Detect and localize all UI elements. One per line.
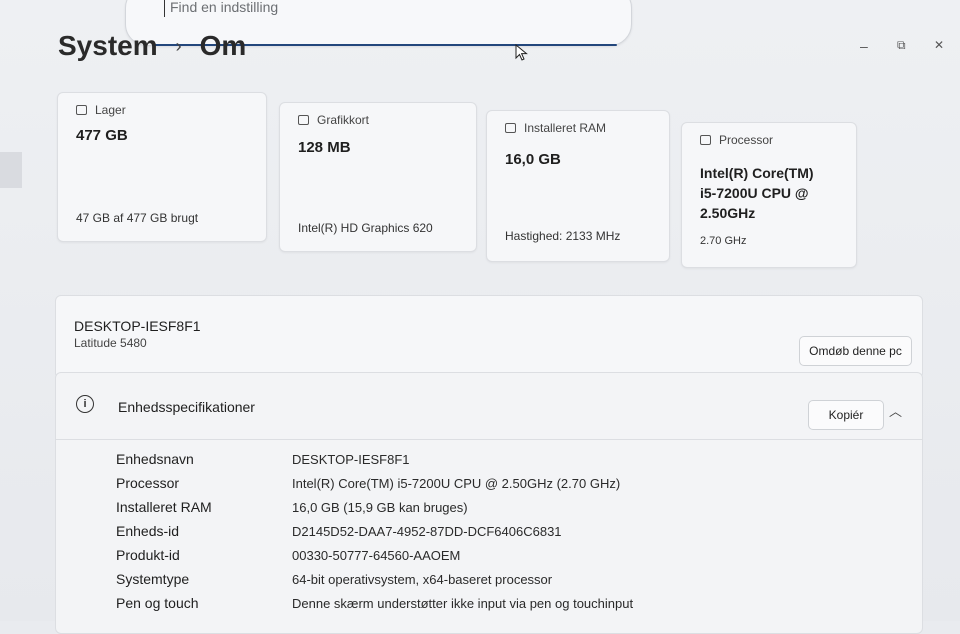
storage-card[interactable]: Lager 477 GB 47 GB af 477 GB brugt: [57, 92, 267, 242]
search-placeholder: Find en indstilling: [170, 0, 279, 15]
breadcrumb-separator: ›: [175, 35, 182, 56]
spec-row-product-id: Produkt-id 00330-50777-64560-AAOEM: [116, 543, 876, 567]
spec-key: Processor: [116, 475, 180, 491]
spec-row-system-type: Systemtype 64-bit operativsystem, x64-ba…: [116, 567, 876, 591]
processor-title: Processor: [719, 133, 774, 147]
processor-value: Intel(R) Core(TM) i5-7200U CPU @ 2.50GHz: [700, 165, 814, 221]
storage-usage: 47 GB af 477 GB brugt: [76, 211, 199, 225]
device-specifications-section: i Enhedsspecifikationer Kopiér ︿ Enhedsn…: [55, 372, 923, 634]
graphics-card[interactable]: Grafikkort 128 MB Intel(R) HD Graphics 6…: [279, 102, 477, 252]
device-model: Latitude 5480: [74, 336, 147, 350]
spec-row-processor: Processor Intel(R) Core(TM) i5-7200U CPU…: [116, 471, 876, 495]
storage-title: Lager: [95, 103, 126, 117]
specs-header[interactable]: i Enhedsspecifikationer Kopiér ︿: [56, 373, 922, 440]
info-icon: i: [76, 395, 94, 413]
spec-value: DESKTOP-IESF8F1: [292, 451, 410, 467]
ram-value: 16,0 GB: [505, 151, 561, 168]
graphics-value: 128 MB: [298, 139, 351, 156]
spec-row-pen-touch: Pen og touch Denne skærm understøtter ik…: [116, 591, 876, 615]
spec-key: Pen og touch: [116, 595, 199, 611]
spec-value: 00330-50777-64560-AAOEM: [292, 547, 461, 563]
spec-key: Installeret RAM: [116, 499, 212, 515]
storage-value: 477 GB: [76, 127, 128, 144]
ram-title: Installeret RAM: [524, 121, 607, 135]
text-caret: [164, 0, 165, 17]
processor-speed: 2.70 GHz: [700, 235, 747, 247]
spec-row-ram: Installeret RAM 16,0 GB (15,9 GB kan bru…: [116, 495, 876, 519]
device-name-row: DESKTOP-IESF8F1 Latitude 5480 Omdøb denn…: [55, 295, 923, 379]
breadcrumb: System › Om: [58, 30, 246, 62]
spec-key: Enhedsnavn: [116, 451, 194, 467]
nav-edge: [0, 152, 22, 188]
graphics-card-icon: [298, 115, 309, 125]
spec-value: Denne skærm understøtter ikke input via …: [292, 595, 634, 611]
processor-icon: [700, 135, 711, 145]
processor-card[interactable]: Processor Intel(R) Core(TM) i5-7200U CPU…: [681, 122, 857, 268]
spec-value: 64-bit operativsystem, x64-baseret proce…: [292, 571, 553, 587]
spec-key: Produkt-id: [116, 547, 180, 563]
spec-value: Intel(R) Core(TM) i5-7200U CPU @ 2.50GHz…: [292, 475, 621, 491]
chevron-up-icon[interactable]: ︿: [889, 401, 902, 420]
device-name: DESKTOP-IESF8F1: [74, 318, 201, 334]
rename-pc-button[interactable]: Omdøb denne pc: [799, 336, 912, 366]
settings-window: Find en indstilling – ⧉ ✕ System › Om La…: [0, 0, 960, 634]
mouse-pointer-icon: [515, 44, 528, 61]
spec-key: Systemtype: [116, 571, 190, 587]
close-button[interactable]: ✕: [934, 38, 944, 52]
copy-button[interactable]: Kopiér: [808, 400, 884, 430]
memory-icon: [505, 123, 516, 133]
spec-value: 16,0 GB (15,9 GB kan bruges): [292, 499, 468, 515]
ram-card[interactable]: Installeret RAM 16,0 GB Hastighed: 2133 …: [486, 110, 670, 262]
breadcrumb-parent[interactable]: System: [58, 30, 158, 62]
minimize-button[interactable]: –: [860, 38, 868, 54]
spec-row-device-id: Enheds-id D2145D52-DAA7-4952-87DD-DCF640…: [116, 519, 876, 543]
graphics-title: Grafikkort: [317, 113, 370, 127]
spec-key: Enheds-id: [116, 523, 180, 539]
spec-row-device-name: Enhedsnavn DESKTOP-IESF8F1: [116, 447, 876, 471]
specs-title: Enhedsspecifikationer: [118, 399, 255, 415]
ram-speed: Hastighed: 2133 MHz: [505, 229, 621, 243]
maximize-button[interactable]: ⧉: [897, 38, 906, 53]
page-title: Om: [199, 30, 247, 61]
graphics-name: Intel(R) HD Graphics 620: [298, 221, 433, 235]
storage-icon: [76, 105, 87, 115]
spec-value: D2145D52-DAA7-4952-87DD-DCF6406C6831: [292, 523, 562, 539]
